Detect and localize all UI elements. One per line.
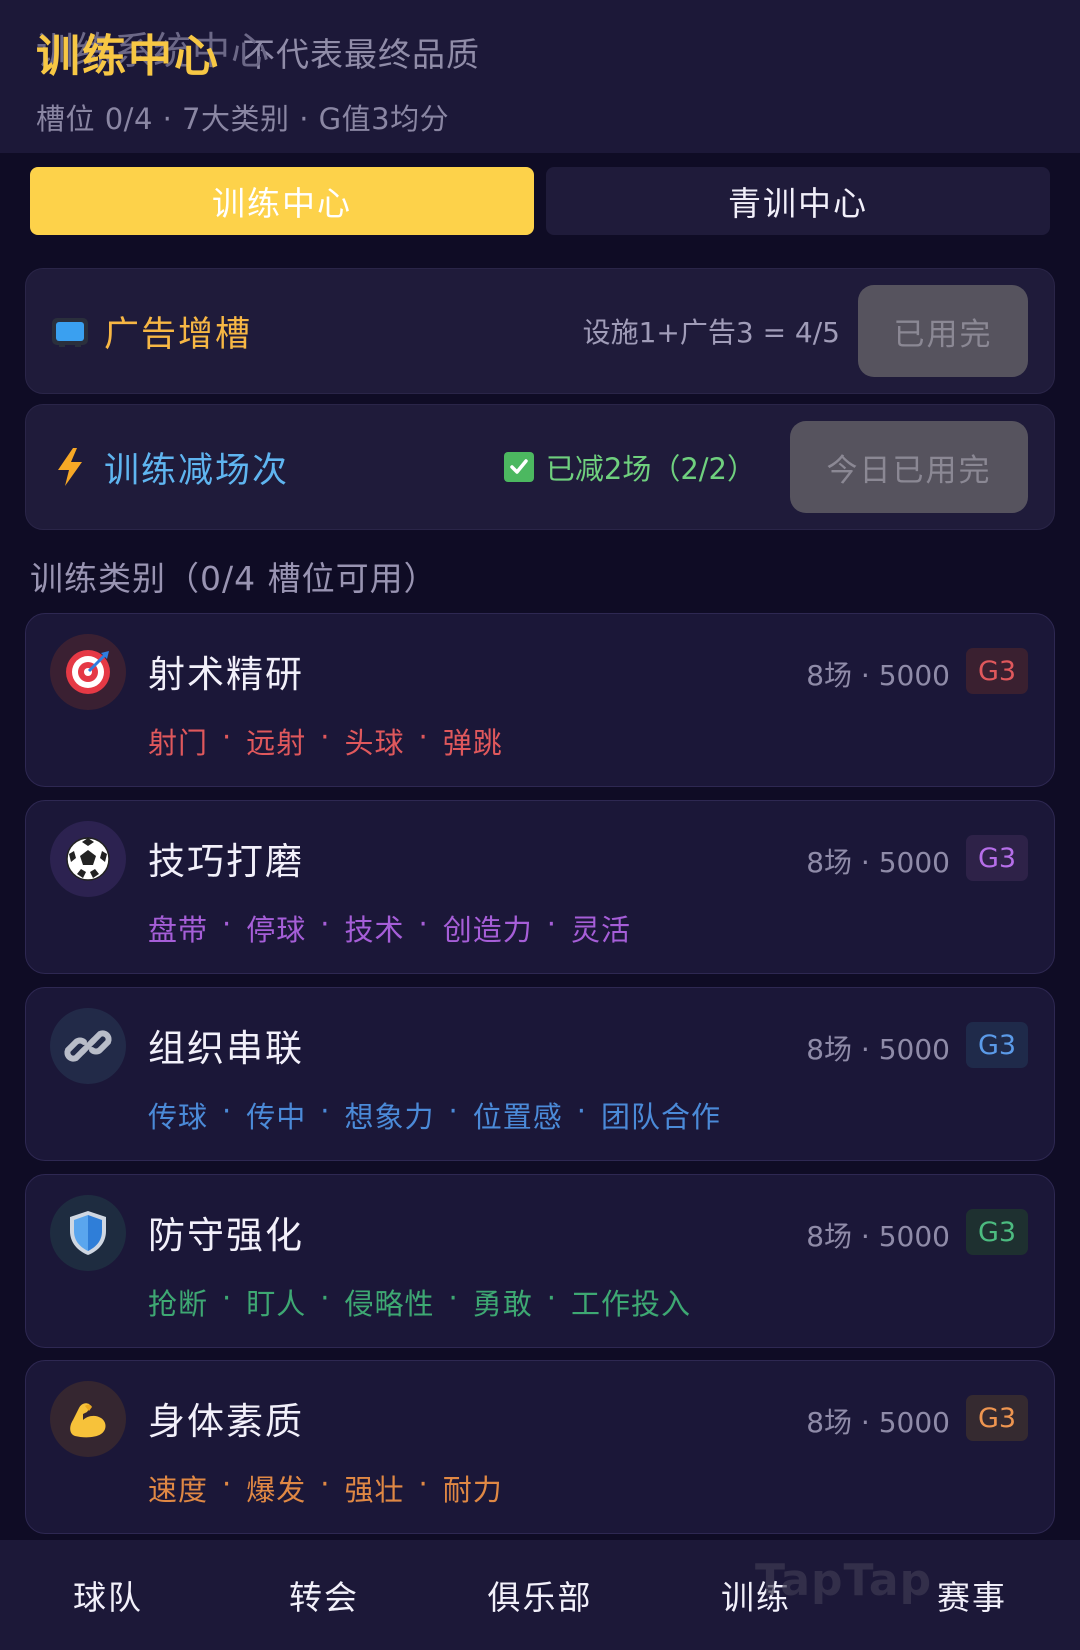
page-title: 训练中心 <box>36 31 220 82</box>
lightning-icon <box>50 447 90 487</box>
category-meta: 8场 · 5000 <box>806 659 950 692</box>
tag-separator: · <box>546 1281 557 1315</box>
reduce-sessions-panel: 训练减场次 已减2场（2/2） 今日已用完 <box>25 404 1055 530</box>
grade-badge: G3 <box>966 1395 1028 1441</box>
category-meta: 8场 · 5000 <box>806 1220 950 1253</box>
tag-separator: · <box>222 720 233 754</box>
tag: 勇敢 <box>472 1287 533 1321</box>
tag: 强壮 <box>344 1473 405 1507</box>
title-wrap: 训练系统中心 训练中心 <box>36 20 269 84</box>
tag: 盯人 <box>246 1287 307 1321</box>
reduce-status-text: 已减2场（2/2） <box>545 452 756 486</box>
tag-separator: · <box>320 1467 331 1501</box>
category-name: 射术精研 <box>148 653 304 696</box>
category-name: 防守强化 <box>148 1214 304 1257</box>
category-tags: 射门 · 远射 · 头球 · 弹跳 <box>148 720 503 762</box>
reduce-sessions-label: 训练减场次 <box>104 450 290 491</box>
soccer-ball-icon <box>50 821 126 897</box>
tag-separator: · <box>222 907 233 941</box>
category-name: 技巧打磨 <box>148 840 304 883</box>
category-tags: 速度 · 爆发 · 强壮 · 耐力 <box>148 1467 503 1509</box>
nav-transfer[interactable]: 转会 <box>216 1571 432 1619</box>
tag: 抢断 <box>148 1287 209 1321</box>
tag: 团队合作 <box>600 1100 721 1134</box>
tag: 传球 <box>148 1100 209 1134</box>
tag-separator: · <box>418 720 429 754</box>
category-card-defense[interactable]: 防守强化 8场 · 5000 G3 抢断 · 盯人 · 侵略性 · 勇敢 · 工作投入 <box>25 1174 1055 1348</box>
tag-separator: · <box>320 1281 331 1315</box>
tag-separator: · <box>222 1094 233 1128</box>
tag: 远射 <box>246 726 307 760</box>
page-header: 训练系统中心 训练中心 不代表最终品质 槽位 0/4 · 7大类别 · G值3均… <box>0 0 1080 153</box>
tag: 速度 <box>148 1473 209 1507</box>
checkmark-icon <box>503 452 534 482</box>
section-title: 训练类别（0/4 槽位可用） <box>30 559 438 598</box>
tag: 灵活 <box>570 913 631 947</box>
tag-separator: · <box>320 907 331 941</box>
grade-badge: G3 <box>966 648 1028 694</box>
tag-separator: · <box>576 1094 587 1128</box>
tag: 弹跳 <box>442 726 503 760</box>
tag-separator: · <box>320 1094 331 1128</box>
category-card-playmaking[interactable]: 组织串联 8场 · 5000 G3 传球 · 传中 · 想象力 · 位置感 · 团队合作 <box>25 987 1055 1161</box>
category-name: 组织串联 <box>148 1027 304 1070</box>
category-meta: 8场 · 5000 <box>806 1033 950 1066</box>
shield-icon <box>50 1195 126 1271</box>
tag: 位置感 <box>472 1100 563 1134</box>
category-tags: 抢断 · 盯人 · 侵略性 · 勇敢 · 工作投入 <box>148 1281 691 1323</box>
quality-note: 不代表最终品质 <box>242 35 480 74</box>
grade-badge: G3 <box>966 1209 1028 1255</box>
ad-slot-used-button[interactable]: 已用完 <box>858 285 1028 377</box>
tag: 想象力 <box>344 1100 435 1134</box>
tag: 传中 <box>246 1100 307 1134</box>
tag-separator: · <box>418 907 429 941</box>
today-used-button[interactable]: 今日已用完 <box>790 421 1028 513</box>
category-name: 身体素质 <box>148 1400 304 1443</box>
taptap-watermark: TapTap <box>755 1555 933 1606</box>
tag: 技术 <box>344 913 405 947</box>
tag: 工作投入 <box>570 1287 691 1321</box>
link-icon <box>50 1008 126 1084</box>
tag-separator: · <box>222 1467 233 1501</box>
reduce-status: 已减2场（2/2） <box>503 446 756 488</box>
grade-badge: G3 <box>966 835 1028 881</box>
category-meta: 8场 · 5000 <box>806 846 950 879</box>
tag: 创造力 <box>442 913 533 947</box>
nav-club[interactable]: 俱乐部 <box>432 1571 648 1619</box>
category-tags: 传球 · 传中 · 想象力 · 位置感 · 团队合作 <box>148 1094 721 1136</box>
grade-badge: G3 <box>966 1022 1028 1068</box>
tag: 耐力 <box>442 1473 503 1507</box>
tag-separator: · <box>418 1467 429 1501</box>
nav-team[interactable]: 球队 <box>0 1571 216 1619</box>
tag-separator: · <box>546 907 557 941</box>
flexed-biceps-icon <box>50 1381 126 1457</box>
tag-separator: · <box>222 1281 233 1315</box>
tv-icon <box>50 311 90 351</box>
category-card-technique[interactable]: 技巧打磨 8场 · 5000 G3 盘带 · 停球 · 技术 · 创造力 · 灵活 <box>25 800 1055 974</box>
category-meta: 8场 · 5000 <box>806 1406 950 1439</box>
tag: 射门 <box>148 726 209 760</box>
tag: 盘带 <box>148 913 209 947</box>
tag: 停球 <box>246 913 307 947</box>
target-icon <box>50 634 126 710</box>
category-card-shooting[interactable]: 射术精研 8场 · 5000 G3 射门 · 远射 · 头球 · 弹跳 <box>25 613 1055 787</box>
tag: 爆发 <box>246 1473 307 1507</box>
category-tags: 盘带 · 停球 · 技术 · 创造力 · 灵活 <box>148 907 631 949</box>
tab-youth-center[interactable]: 青训中心 <box>546 167 1050 235</box>
tag: 侵略性 <box>344 1287 435 1321</box>
header-subtitle: 槽位 0/4 · 7大类别 · G值3均分 <box>36 102 450 136</box>
tag-separator: · <box>448 1094 459 1128</box>
tab-bar: 训练中心 青训中心 <box>30 167 1050 235</box>
category-card-physical[interactable]: 身体素质 8场 · 5000 G3 速度 · 爆发 · 强壮 · 耐力 <box>25 1360 1055 1534</box>
tab-training-center[interactable]: 训练中心 <box>30 167 534 235</box>
tag-separator: · <box>320 720 331 754</box>
tag: 头球 <box>344 726 405 760</box>
ad-slot-panel: 广告增槽 设施1+广告3 = 4/5 已用完 <box>25 268 1055 394</box>
ad-slot-label: 广告增槽 <box>104 314 253 355</box>
ad-slot-info: 设施1+广告3 = 4/5 <box>582 316 840 349</box>
tag-separator: · <box>448 1281 459 1315</box>
header-title-row: 训练系统中心 训练中心 不代表最终品质 <box>36 22 480 82</box>
